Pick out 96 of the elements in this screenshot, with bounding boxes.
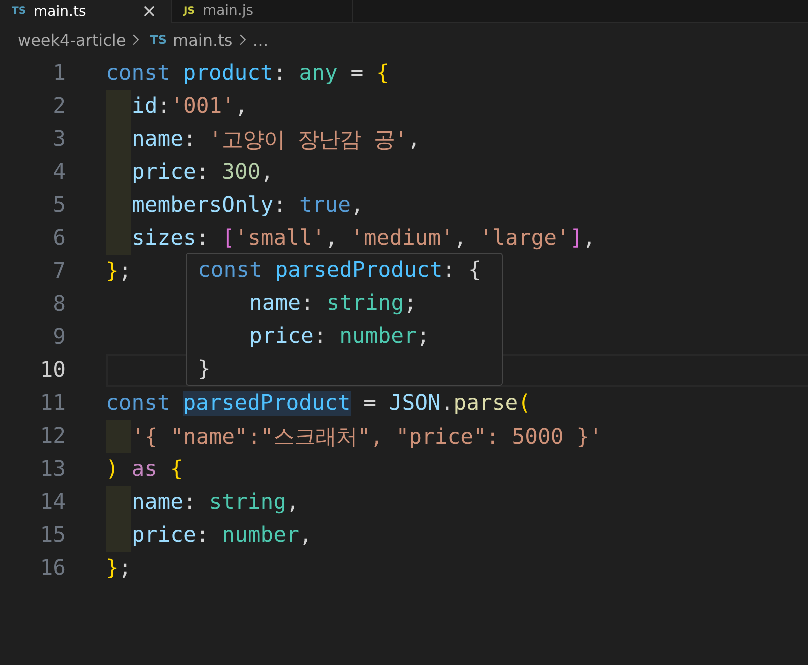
code-token: '고양이 장난감 공' xyxy=(209,127,408,154)
code-token: number xyxy=(340,324,417,349)
breadcrumb-item[interactable]: week4-article xyxy=(18,30,126,50)
code-token: : xyxy=(274,193,288,218)
code-token: : xyxy=(184,490,198,515)
editor-tab[interactable]: TS main.ts × xyxy=(0,0,172,23)
code-token: price xyxy=(248,324,314,349)
code-token: '001' xyxy=(170,94,236,119)
code-token: ) xyxy=(106,457,119,482)
code-token: membersOnly xyxy=(132,193,274,218)
code-token: id xyxy=(132,94,158,119)
code-token: '{ "name":"스크래처", "price": 5000 }' xyxy=(132,424,602,451)
line-number: 3 xyxy=(52,127,66,152)
code-token: name xyxy=(132,490,184,515)
code-token: = xyxy=(362,391,378,416)
code-token: : xyxy=(314,324,328,349)
code-token: : xyxy=(196,523,210,548)
code-token: : xyxy=(158,94,171,119)
file-type-icon: TS xyxy=(12,6,26,17)
code-token: 'small' xyxy=(235,226,326,251)
code-token: : xyxy=(301,291,315,316)
code-token: . xyxy=(440,391,454,416)
code-token: ; xyxy=(416,324,430,349)
code-token: , xyxy=(582,226,596,251)
editor-tab[interactable]: JS main.js xyxy=(172,0,353,23)
line-number: 16 xyxy=(39,556,66,581)
code-token: const xyxy=(198,258,264,283)
line-number: 13 xyxy=(39,457,66,482)
line-number: 8 xyxy=(52,292,66,317)
code-token: : xyxy=(196,226,210,251)
code-token: , xyxy=(350,193,364,218)
line-number: 15 xyxy=(39,523,66,548)
code-token: 300 xyxy=(222,160,261,185)
chevron-right-icon xyxy=(238,33,247,47)
code-token: , xyxy=(454,226,468,251)
code-token: ; xyxy=(404,291,417,316)
code-token: name xyxy=(248,291,302,316)
line-number: 12 xyxy=(39,424,66,449)
code-token: string xyxy=(326,291,404,316)
code-token: : { xyxy=(442,258,482,283)
code-token: } xyxy=(198,357,211,382)
close-icon[interactable]: × xyxy=(142,2,157,20)
code-token: 'large' xyxy=(480,226,570,251)
code-token: , xyxy=(408,127,421,152)
code-token: , xyxy=(235,94,248,119)
line-number: 9 xyxy=(52,325,66,350)
code-token: { xyxy=(376,61,390,86)
file-type-icon: JS xyxy=(184,6,195,16)
code-token: ( xyxy=(518,391,532,416)
code-token: { xyxy=(170,457,184,482)
code-token: number xyxy=(222,523,300,548)
breadcrumb-item[interactable]: … xyxy=(252,30,269,50)
code-token: name xyxy=(132,127,184,152)
code-token: string xyxy=(209,490,287,515)
line-number: 4 xyxy=(52,160,66,185)
code-token: const xyxy=(106,391,172,416)
highlighted-symbol: parsedProduct xyxy=(183,391,351,416)
code-token: : xyxy=(184,127,198,152)
line-number: 5 xyxy=(52,193,66,218)
line-number: 7 xyxy=(52,259,66,284)
code-token: ] xyxy=(570,226,583,251)
code-token: product xyxy=(183,61,274,86)
line-number: 1 xyxy=(52,61,66,86)
line-number: 11 xyxy=(39,391,66,416)
code-token: parsedProduct xyxy=(275,258,443,283)
code-token: ; xyxy=(118,556,132,581)
line-number: 10 xyxy=(39,358,66,383)
code-token: any xyxy=(299,61,338,86)
code-token: , xyxy=(286,490,300,515)
code-token: = xyxy=(350,61,365,86)
code-token: 'medium' xyxy=(350,226,454,251)
code-token: as xyxy=(130,457,159,482)
line-number: 2 xyxy=(52,94,66,119)
code-token: : xyxy=(196,160,210,185)
code-token: , xyxy=(260,160,274,185)
breadcrumb-item[interactable]: main.ts xyxy=(173,30,233,50)
code-token: sizes xyxy=(132,226,196,251)
code-token: true xyxy=(299,193,351,218)
code-token: , xyxy=(299,523,312,548)
file-type-icon: TS xyxy=(150,33,168,47)
code-token: JSON xyxy=(389,391,441,416)
code-token: [ xyxy=(222,226,236,251)
tab-label: main.ts xyxy=(34,4,88,20)
code-token: } xyxy=(106,259,119,284)
code-token: } xyxy=(106,556,119,581)
code-token: , xyxy=(325,226,340,251)
code-token: ; xyxy=(118,259,132,284)
line-number: 14 xyxy=(39,490,66,515)
code-token: const xyxy=(106,61,172,86)
code-token: parse xyxy=(454,391,518,416)
code-token: price xyxy=(132,160,196,185)
line-number: 6 xyxy=(52,226,66,251)
code-token: price xyxy=(132,523,196,548)
chevron-right-icon xyxy=(132,33,140,47)
code-token: : xyxy=(273,61,288,86)
tab-label: main.js xyxy=(202,3,255,19)
